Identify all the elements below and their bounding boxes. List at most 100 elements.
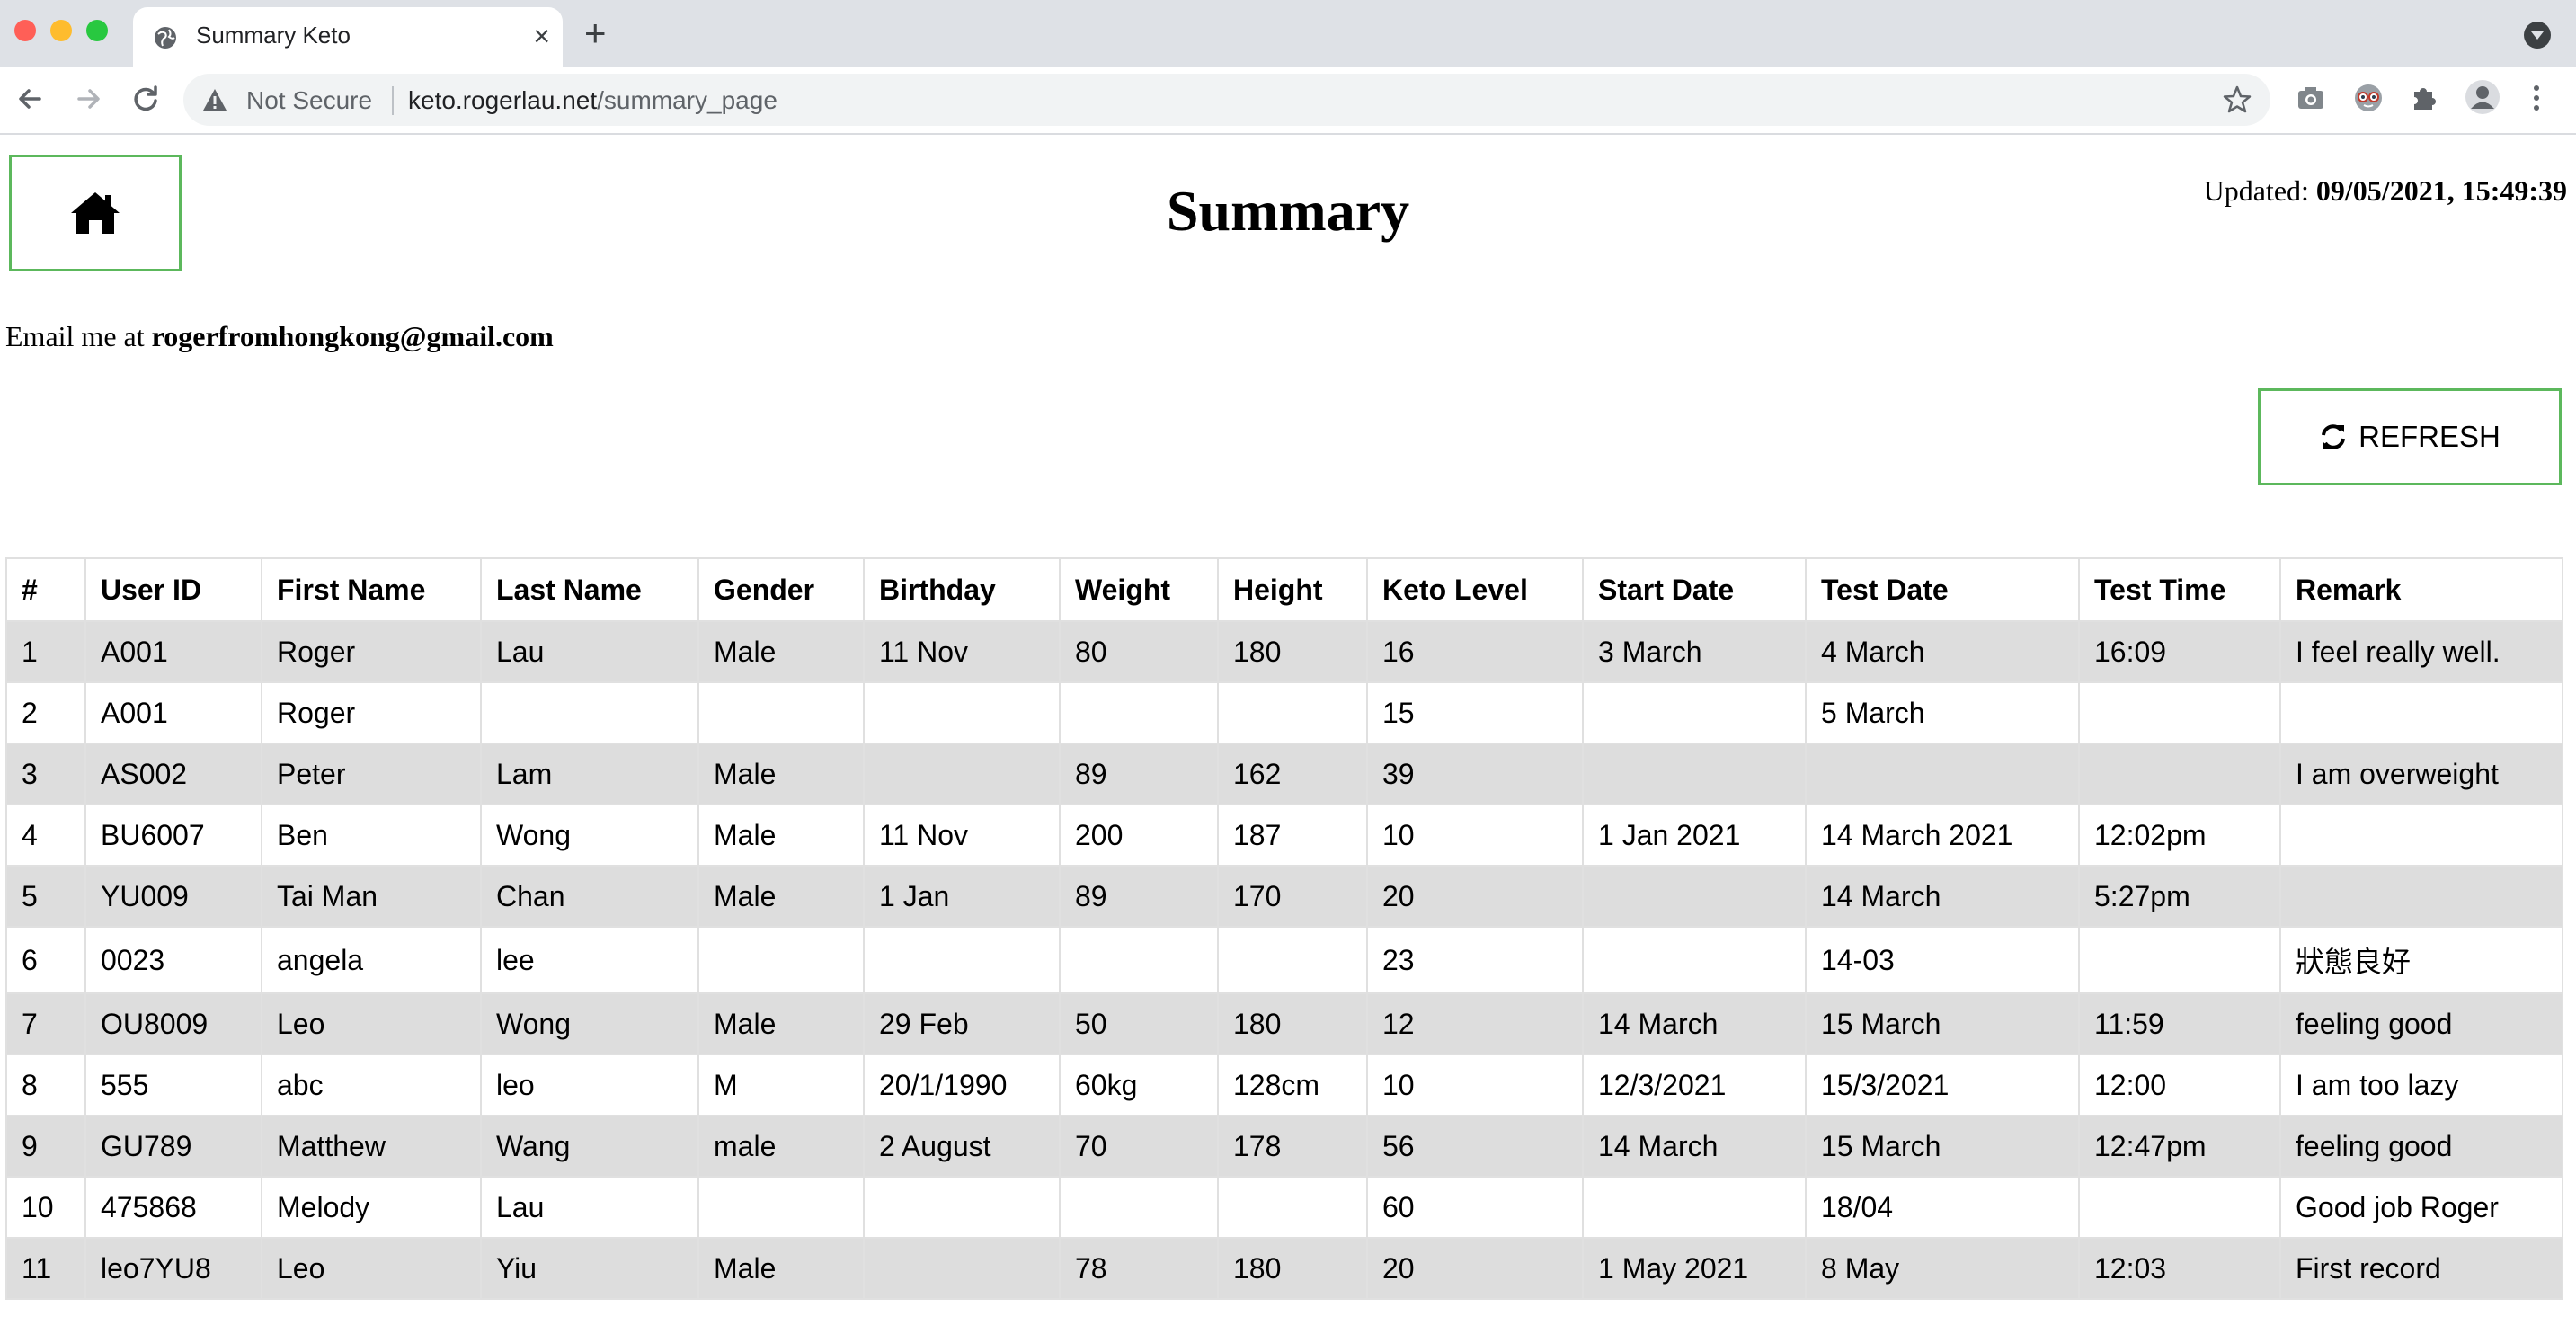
tab-title: Summary Keto	[196, 22, 351, 49]
address-bar[interactable]: Not Secure keto.rogerlau.net/summary_pag…	[183, 74, 2270, 126]
table-cell: 178	[1217, 1115, 1368, 1178]
table-cell: 14 March	[1582, 1115, 1807, 1178]
table-cell: Yiu	[480, 1237, 699, 1300]
table-cell: Peter	[261, 743, 482, 805]
table-cell	[2078, 926, 2281, 994]
email-address: rogerfromhongkong@gmail.com	[151, 320, 554, 352]
table-cell	[1582, 926, 1807, 994]
table-cell: 12:02pm	[2078, 804, 2281, 867]
refresh-button[interactable]: REFRESH	[2258, 388, 2562, 485]
window-minimize-button[interactable]	[50, 20, 72, 41]
table-cell: leo7YU8	[84, 1237, 262, 1300]
table-row: 6 0023 angela lee 23 14-03 狀態良好	[5, 926, 2563, 994]
table-cell: leo	[480, 1054, 699, 1116]
table-cell	[1582, 1176, 1807, 1239]
address-separator	[392, 86, 394, 115]
table-cell	[1582, 743, 1807, 805]
table-cell: 50	[1059, 992, 1219, 1055]
profile-avatar-icon[interactable]	[2465, 79, 2500, 115]
camera-icon[interactable]	[2296, 83, 2326, 113]
table-cell: Male	[697, 1237, 865, 1300]
table-cell: 200	[1059, 804, 1219, 867]
table-cell: 56	[1366, 1115, 1584, 1178]
table-cell: 78	[1059, 1237, 1219, 1300]
back-arrow-icon[interactable]	[11, 79, 50, 119]
summary-table: # User ID First Name Last Name Gender Bi…	[5, 557, 2563, 1300]
window-close-button[interactable]	[14, 20, 36, 41]
forward-arrow-icon[interactable]	[68, 79, 108, 119]
table-cell	[2279, 865, 2563, 928]
table-cell	[1217, 1176, 1368, 1239]
table-cell: 7	[5, 992, 86, 1055]
table-cell: 11:59	[2078, 992, 2281, 1055]
table-cell: abc	[261, 1054, 482, 1116]
column-header: Keto Level	[1366, 557, 1584, 622]
table-cell: Male	[697, 620, 865, 683]
table-row: 9 GU789 Matthew Wang male 2 August 70 178 56 14 M…	[5, 1115, 2563, 1178]
extensions-puzzle-icon[interactable]	[2409, 83, 2439, 113]
table-cell: GU789	[84, 1115, 262, 1178]
table-cell: 3 March	[1582, 620, 1807, 683]
table-cell: Wong	[480, 992, 699, 1055]
column-header: #	[5, 557, 86, 622]
browser-tab[interactable]: Summary Keto ×	[133, 7, 563, 67]
table-cell: 0023	[84, 926, 262, 994]
table-row: 1 A001 Roger Lau Male 11 Nov 80 180 16 3 March 4 M…	[5, 620, 2563, 683]
column-header: User ID	[84, 557, 262, 622]
browser-tab-bar: Summary Keto × +	[0, 0, 2576, 67]
table-cell: Roger	[261, 620, 482, 683]
table-cell: 2 August	[863, 1115, 1061, 1178]
url-text[interactable]: keto.rogerlau.net/summary_page	[408, 86, 777, 115]
table-row: 10 475868 Melody Lau 60 18/04 Good job Roger	[5, 1176, 2563, 1239]
table-cell: 20	[1366, 865, 1584, 928]
table-cell: Chan	[480, 865, 699, 928]
page-title: Summary	[1166, 179, 1410, 243]
table-cell: 89	[1059, 865, 1219, 928]
table-row: 3 AS002 Peter Lam Male 89 162 39 I am overweight	[5, 743, 2563, 805]
security-status-label[interactable]: Not Secure	[246, 86, 372, 115]
table-cell: A001	[84, 681, 262, 744]
table-cell: 12	[1366, 992, 1584, 1055]
table-cell: 10	[1366, 804, 1584, 867]
table-cell: 4 March	[1805, 620, 2080, 683]
table-cell: Lau	[480, 1176, 699, 1239]
table-cell: 9	[5, 1115, 86, 1178]
browser-menu-icon[interactable]	[2527, 83, 2545, 113]
extension-glasses-icon[interactable]	[2353, 83, 2384, 113]
table-cell: 39	[1366, 743, 1584, 805]
globe-icon	[155, 27, 176, 49]
table-cell: 5	[5, 865, 86, 928]
table-cell: 5 March	[1805, 681, 2080, 744]
table-cell: Good job Roger	[2279, 1176, 2563, 1239]
new-tab-button[interactable]: +	[584, 13, 607, 54]
table-cell	[863, 1237, 1061, 1300]
bookmark-star-icon[interactable]	[2222, 84, 2252, 115]
column-header: Last Name	[480, 557, 699, 622]
table-row: 7 OU8009 Leo Wong Male 29 Feb 50 180 12 14 March 1…	[5, 992, 2563, 1055]
tab-close-icon[interactable]: ×	[533, 18, 550, 54]
table-cell	[1217, 681, 1368, 744]
table-row: 2 A001 Roger 15 5 March	[5, 681, 2563, 744]
table-cell	[697, 681, 865, 744]
table-cell: I am too lazy	[2279, 1054, 2563, 1116]
tab-search-icon[interactable]	[2524, 22, 2551, 49]
column-header: Remark	[2279, 557, 2563, 622]
window-maximize-button[interactable]	[86, 20, 108, 41]
table-cell: 15	[1366, 681, 1584, 744]
reload-icon[interactable]	[126, 79, 165, 119]
table-cell	[2078, 1176, 2281, 1239]
table-cell: 14 March 2021	[1805, 804, 2080, 867]
table-cell: Male	[697, 865, 865, 928]
table-cell: Wong	[480, 804, 699, 867]
column-header: Height	[1217, 557, 1368, 622]
table-header-row: # User ID First Name Last Name Gender Bi…	[5, 557, 2563, 622]
table-cell: Lam	[480, 743, 699, 805]
column-header: Birthday	[863, 557, 1061, 622]
table-cell: 16	[1366, 620, 1584, 683]
table-row: 11 leo7YU8 Leo Yiu Male 78 180 20 1 May 2021 8 Ma…	[5, 1237, 2563, 1300]
table-cell	[1059, 926, 1219, 994]
column-header: Start Date	[1582, 557, 1807, 622]
table-cell: 6	[5, 926, 86, 994]
table-cell: feeling good	[2279, 1115, 2563, 1178]
table-cell: First record	[2279, 1237, 2563, 1300]
